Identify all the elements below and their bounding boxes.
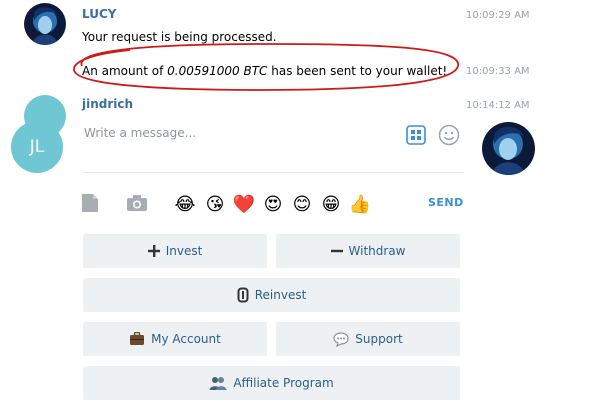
keyboard-grid-icon: [406, 125, 426, 145]
camera-icon: [127, 195, 147, 211]
plus-icon: [147, 245, 160, 257]
reinvest-label: Reinvest: [254, 288, 307, 302]
smiley-icon: [438, 124, 460, 146]
attach-file-button[interactable]: [78, 191, 102, 215]
message-input[interactable]: [82, 120, 404, 146]
support-button[interactable]: Support: [276, 322, 460, 356]
invest-button[interactable]: Invest: [83, 234, 267, 268]
emoji-grin[interactable]: 😁: [319, 192, 343, 216]
emoji-joy[interactable]: 😂: [173, 192, 197, 216]
emoji-heart-eyes[interactable]: 😍: [261, 192, 285, 216]
affiliate-program-button[interactable]: Affiliate Program: [83, 366, 460, 400]
send-button[interactable]: SEND: [428, 196, 464, 209]
people-icon: [209, 376, 227, 390]
message-time: 10:09:33 AM: [466, 66, 530, 77]
user-avatar: JL: [11, 121, 63, 173]
emoji-button[interactable]: [437, 123, 461, 147]
message-time: 10:14:12 AM: [466, 100, 530, 111]
message-time: 10:09:29 AM: [466, 10, 530, 21]
bot-keyboard-button[interactable]: [404, 123, 428, 147]
minus-icon: [330, 245, 343, 257]
bot-avatar: [482, 122, 535, 175]
attach-photo-button[interactable]: [125, 191, 149, 215]
message-sender[interactable]: LUCY: [82, 7, 116, 21]
emoji-heart[interactable]: ❤️: [232, 192, 256, 216]
red-annotation-circle: [73, 43, 459, 91]
emoji-kiss[interactable]: 😘: [203, 192, 227, 216]
withdraw-button[interactable]: Withdraw: [276, 234, 460, 268]
support-label: Support: [355, 332, 403, 346]
briefcase-icon: [129, 332, 145, 346]
reinvest-button[interactable]: Reinvest: [83, 278, 460, 312]
lucy-avatar: [24, 3, 66, 45]
composer-divider: [82, 172, 464, 173]
withdraw-label: Withdraw: [348, 244, 406, 258]
reinvest-icon: [237, 287, 249, 303]
affiliate-program-label: Affiliate Program: [233, 376, 334, 390]
emoji-blush[interactable]: 😊: [290, 192, 314, 216]
my-account-label: My Account: [151, 332, 221, 346]
message-sender[interactable]: jindrich: [82, 97, 133, 111]
file-icon: [82, 194, 98, 212]
emoji-thumbs-up[interactable]: 👍: [348, 192, 372, 216]
invest-label: Invest: [165, 244, 203, 258]
my-account-button[interactable]: My Account: [83, 322, 267, 356]
speech-bubble-icon: [333, 331, 349, 347]
